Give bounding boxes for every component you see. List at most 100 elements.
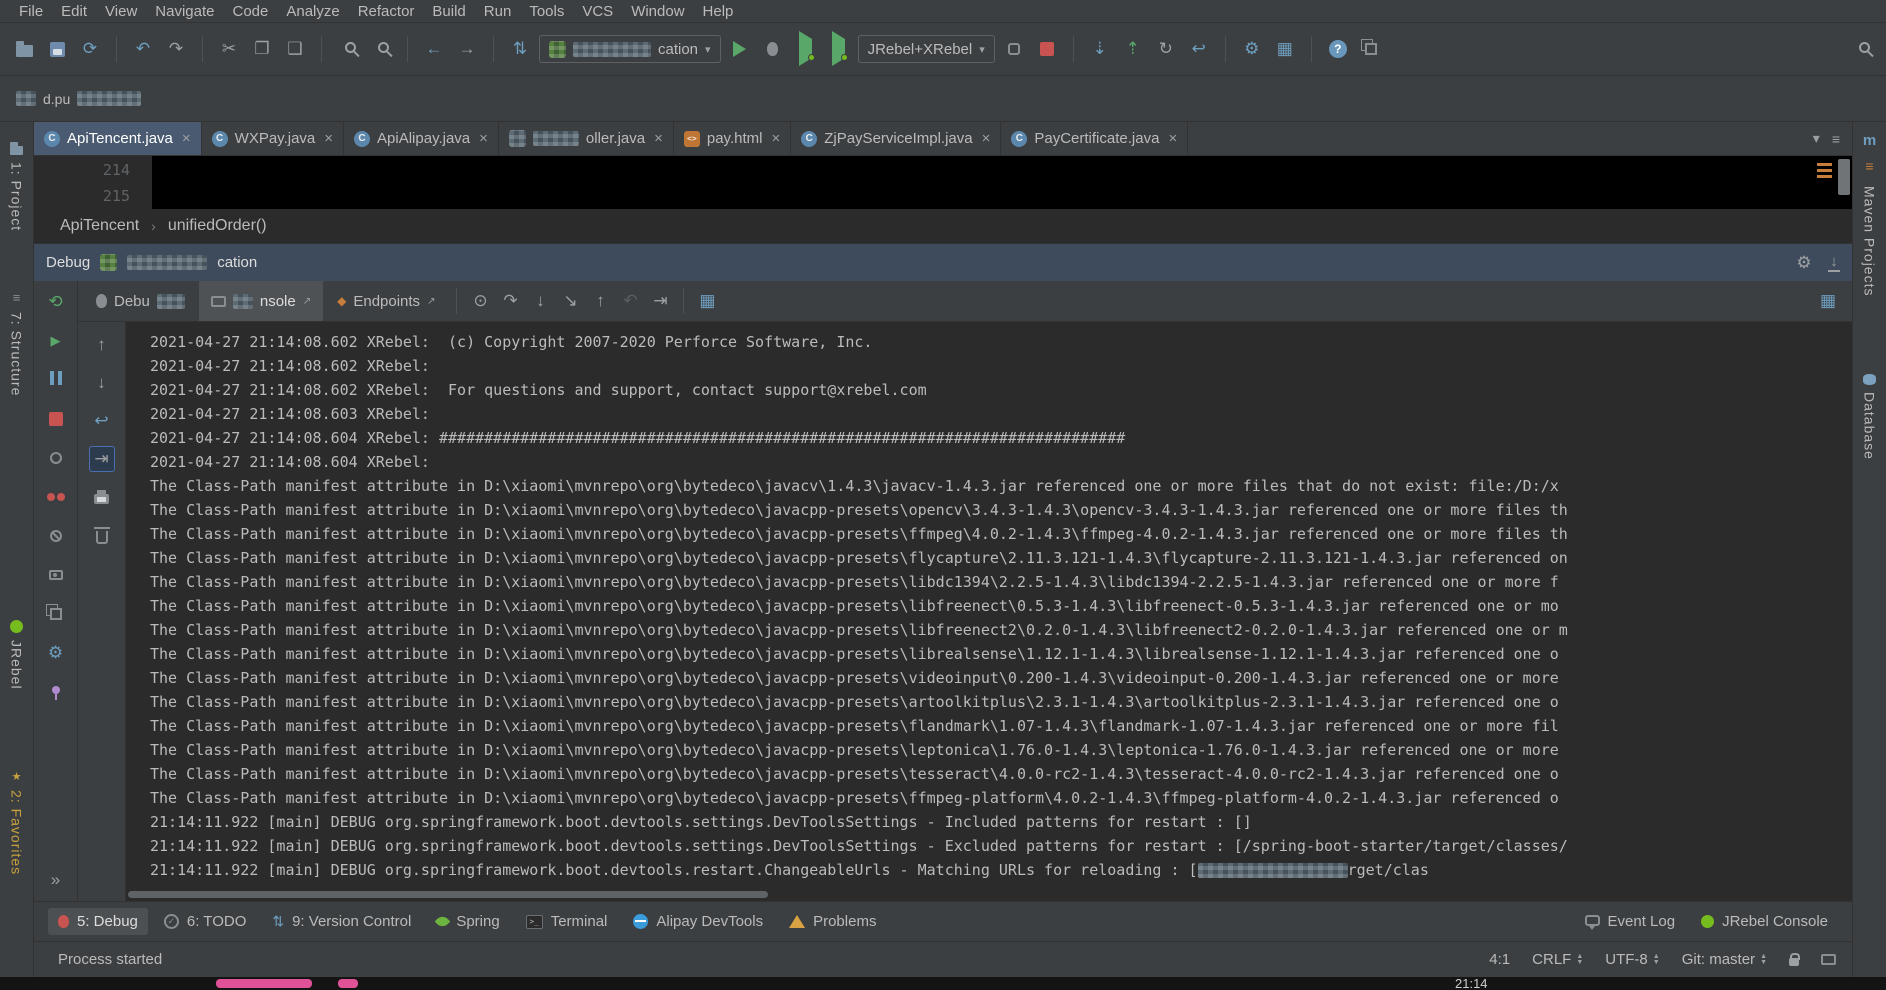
menu-window[interactable]: Window — [622, 3, 693, 20]
close-icon[interactable]: × — [771, 130, 780, 147]
git-branch-widget[interactable]: Git: master ▲ ▼ — [1682, 951, 1767, 968]
run-config-select[interactable]: cation ▾ — [539, 35, 721, 63]
vcs-commit-icon[interactable]: ⇡ — [1119, 35, 1147, 63]
menu-view[interactable]: View — [96, 3, 146, 20]
toolwindow-event-log[interactable]: Event Log — [1575, 908, 1686, 935]
undo-icon[interactable]: ↶ — [129, 35, 157, 63]
profiler-icon[interactable] — [1000, 35, 1028, 63]
revert-icon[interactable]: ↩ — [1185, 35, 1213, 63]
line-number[interactable]: 215 — [34, 183, 130, 209]
rerun-icon[interactable]: ⟲ — [43, 289, 69, 315]
tab-payhtml[interactable]: <> pay.html × — [674, 122, 792, 155]
soft-wrap-icon[interactable]: ↩ — [89, 408, 115, 434]
clear-all-icon[interactable] — [89, 522, 115, 548]
breadcrumb-member[interactable]: unifiedOrder() — [168, 217, 267, 235]
sidebar-item-project[interactable]: 1: Project — [9, 142, 25, 231]
stop-icon[interactable] — [43, 406, 69, 432]
stop-button[interactable] — [1033, 35, 1061, 63]
restore-layout-icon[interactable] — [43, 601, 69, 627]
sidebar-item-maven-projects[interactable]: Maven Projects — [1862, 186, 1878, 296]
plugins-icon[interactable] — [1357, 35, 1385, 63]
tab-list-icon[interactable]: ≡ — [1832, 131, 1840, 147]
find-in-path-icon[interactable] — [367, 35, 395, 63]
mute-breakpoints-icon[interactable] — [43, 523, 69, 549]
forward-icon[interactable]: → — [453, 35, 481, 63]
menu-help[interactable]: Help — [694, 3, 743, 20]
redo-icon[interactable]: ↷ — [162, 35, 190, 63]
menu-refactor[interactable]: Refactor — [349, 3, 424, 20]
tab-console[interactable]: nsole ↗ — [198, 281, 324, 321]
editor-gutter[interactable]: 214 215 — [34, 156, 152, 209]
menu-navigate[interactable]: Navigate — [146, 3, 223, 20]
editor-scrollbar[interactable] — [1838, 159, 1850, 195]
resume-icon[interactable]: ▶ — [43, 328, 69, 354]
layout-settings-icon[interactable]: ▦ — [1814, 287, 1842, 315]
cut-icon[interactable]: ✂ — [215, 35, 243, 63]
close-icon[interactable]: × — [654, 130, 663, 147]
sidebar-item-structure[interactable]: ≡ 7: Structure — [9, 290, 25, 396]
mute-renderers-icon[interactable] — [43, 445, 69, 471]
navbar-censored-segment[interactable] — [16, 91, 36, 106]
help-button[interactable]: ? — [1324, 35, 1352, 63]
horizontal-scrollbar[interactable] — [128, 891, 768, 898]
toolwindow-todo[interactable]: ✓ 6: TODO — [154, 908, 256, 935]
step-over-icon[interactable]: ↷ — [496, 287, 524, 315]
gear-icon[interactable]: ⚙ — [1790, 249, 1818, 277]
find-icon[interactable] — [334, 35, 362, 63]
close-icon[interactable]: × — [1168, 130, 1177, 147]
pause-icon[interactable] — [43, 367, 69, 393]
jrebel-run-button[interactable] — [792, 31, 820, 66]
copy-icon[interactable]: ❐ — [248, 35, 276, 63]
menu-build[interactable]: Build — [423, 3, 474, 20]
menu-edit[interactable]: Edit — [52, 3, 96, 20]
jrebel-debug-button[interactable] — [825, 31, 853, 66]
run-to-cursor-icon[interactable]: ⇥ — [646, 287, 674, 315]
toolwindow-debug[interactable]: 5: Debug — [48, 908, 148, 935]
tab-apitencent[interactable]: C ApiTencent.java × — [34, 122, 202, 155]
menu-code[interactable]: Code — [223, 3, 277, 20]
search-everywhere-icon[interactable] — [1848, 35, 1876, 63]
menu-run[interactable]: Run — [475, 3, 521, 20]
encoding-widget[interactable]: UTF-8 ▲ ▼ — [1605, 951, 1659, 968]
close-icon[interactable]: × — [324, 130, 333, 147]
tab-zjpayserviceimpl[interactable]: C ZjPayServiceImpl.java × — [791, 122, 1002, 155]
tab-endpoints[interactable]: ◆ Endpoints ↗ — [325, 281, 447, 321]
toolwindow-jrebel-console[interactable]: JRebel Console — [1691, 908, 1838, 935]
history-icon[interactable]: ↻ — [1152, 35, 1180, 63]
step-out-icon[interactable]: ↑ — [586, 287, 614, 315]
step-into-icon[interactable]: ↓ — [526, 287, 554, 315]
view-as-table-icon[interactable]: ▦ — [693, 287, 721, 315]
print-icon[interactable] — [89, 484, 115, 510]
scroll-to-end-icon[interactable]: ⇥ — [88, 446, 115, 472]
tab-paycertificate[interactable]: C PayCertificate.java × — [1001, 122, 1189, 155]
breadcrumb-class[interactable]: ApiTencent — [60, 217, 139, 235]
close-icon[interactable]: × — [479, 130, 488, 147]
paste-icon[interactable]: ❑ — [281, 35, 309, 63]
tab-censored-controller[interactable]: oller.java × — [499, 122, 674, 155]
table-icon[interactable]: ▦ — [1271, 35, 1299, 63]
tab-debugger[interactable]: Debu — [84, 281, 197, 321]
toolwindow-version-control[interactable]: ⇅ 9: Version Control — [262, 908, 421, 935]
build-tools-icon[interactable]: ⚙ — [1238, 35, 1266, 63]
open-folder-icon[interactable] — [10, 35, 38, 63]
drop-frame-icon[interactable]: ↶ — [616, 287, 644, 315]
tab-apialipay[interactable]: C ApiAlipay.java × — [344, 122, 499, 155]
back-icon[interactable]: ← — [420, 35, 448, 63]
sidebar-item-favorites[interactable]: ★ 2: Favorites — [9, 770, 25, 875]
settings-icon[interactable]: ⚙ — [43, 640, 69, 666]
force-step-into-icon[interactable]: ↘ — [556, 287, 584, 315]
rebel-combo-select[interactable]: JRebel+XRebel ▾ — [857, 35, 995, 63]
menu-file[interactable]: File — [10, 3, 52, 20]
screen-reader-icon[interactable] — [1821, 954, 1836, 965]
toolwindow-problems[interactable]: Problems — [779, 908, 886, 935]
sidebar-item-jrebel[interactable]: JRebel — [9, 620, 25, 690]
hide-panel-icon[interactable]: ↓ — [1828, 253, 1840, 272]
sidebar-item-database[interactable]: Database — [1862, 374, 1878, 460]
sync-icon[interactable]: ⟳ — [76, 35, 104, 63]
line-number[interactable]: 214 — [34, 157, 130, 183]
close-icon[interactable]: × — [982, 130, 991, 147]
toolwindow-spring[interactable]: Spring — [427, 908, 509, 935]
down-stack-icon[interactable]: ↓ — [89, 370, 115, 396]
close-icon[interactable]: × — [182, 130, 191, 147]
tab-wxpay[interactable]: C WXPay.java × — [202, 122, 345, 155]
